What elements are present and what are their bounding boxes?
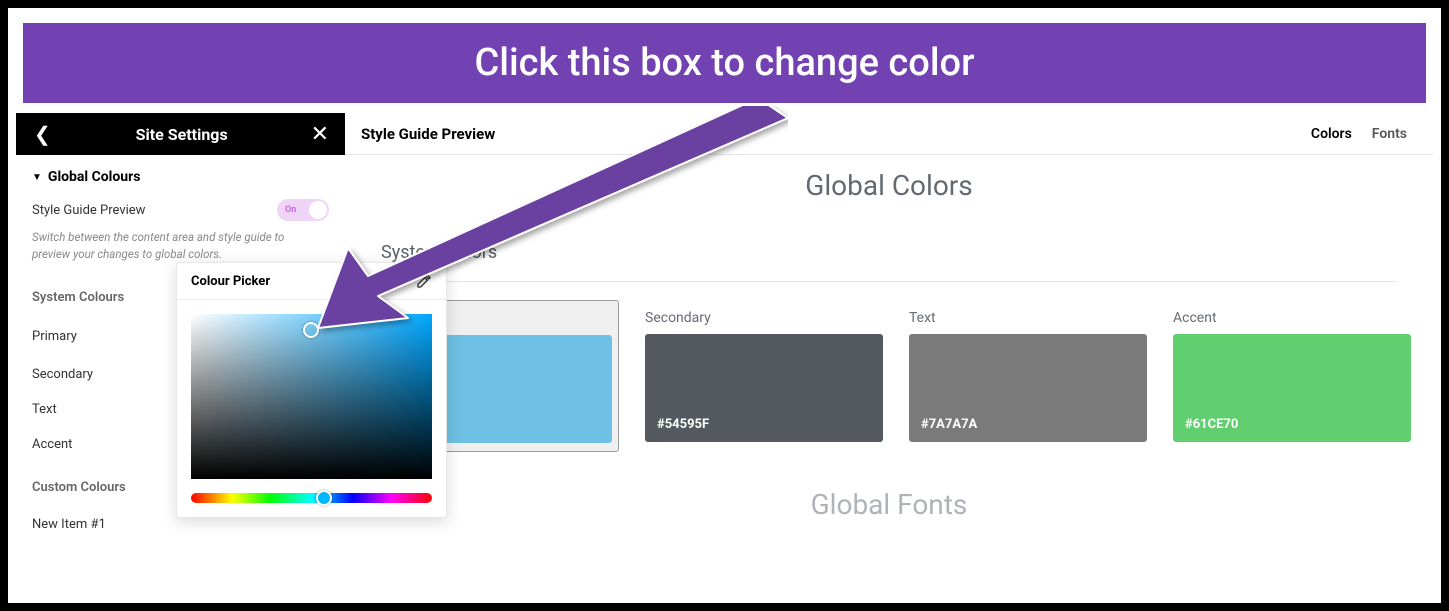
saturation-canvas[interactable]	[191, 314, 432, 479]
secondary-label: Secondary	[32, 367, 93, 382]
swatch-block-secondary: #54595F	[645, 334, 883, 442]
swatch-card-secondary[interactable]: Secondary #54595F	[645, 300, 883, 452]
swatch-block-text: #7A7A7A	[909, 334, 1147, 442]
eyedropper-icon[interactable]	[416, 273, 432, 289]
preview-title: Style Guide Preview	[361, 125, 1301, 143]
system-colors-heading: System Colors	[381, 242, 1433, 263]
swatch-card-accent[interactable]: Accent #61CE70	[1173, 300, 1411, 452]
picker-cursor[interactable]	[303, 322, 319, 338]
divider	[381, 281, 1397, 282]
global-colors-heading: Global Colors	[345, 169, 1433, 202]
text-label: Text	[32, 402, 57, 417]
close-icon[interactable]: ✕	[307, 122, 333, 147]
accent-label: Accent	[32, 437, 72, 452]
custom-item-label: New Item #1	[32, 517, 106, 532]
hue-slider[interactable]	[191, 493, 432, 503]
caret-down-icon: ▼	[32, 172, 42, 183]
instruction-banner: Click this box to change color	[20, 20, 1429, 106]
back-icon[interactable]: ❮	[28, 122, 57, 146]
style-guide-preview: Style Guide Preview Colors Fonts Global …	[345, 113, 1433, 595]
preview-toggle-label: Style Guide Preview	[32, 203, 145, 218]
section-label: Global Colours	[48, 169, 141, 185]
swatch-label-text: Text	[909, 300, 1147, 334]
primary-label: Primary	[32, 329, 77, 344]
swatch-label-secondary: Secondary	[645, 300, 883, 334]
trash-icon[interactable]	[388, 273, 404, 289]
colour-picker-popup: Colour Picker	[176, 262, 447, 518]
global-colours-section[interactable]: ▼ Global Colours	[32, 169, 329, 185]
swatch-hex-text: #7A7A7A	[921, 417, 977, 432]
global-fonts-heading: Global Fonts	[345, 488, 1433, 521]
tab-fonts[interactable]: Fonts	[1362, 126, 1417, 142]
swatch-label-accent: Accent	[1173, 300, 1411, 334]
sidebar-header: ❮ Site Settings ✕	[16, 113, 345, 155]
picker-title: Colour Picker	[191, 274, 270, 289]
swatch-card-text[interactable]: Text #7A7A7A	[909, 300, 1147, 452]
swatch-hex-accent: #61CE70	[1185, 417, 1238, 432]
swatch-block-accent: #61CE70	[1173, 334, 1411, 442]
toggle-knob	[309, 201, 327, 219]
hue-thumb[interactable]	[316, 490, 332, 506]
toggle-state-label: On	[285, 205, 296, 215]
undo-icon[interactable]	[360, 273, 376, 289]
preview-hint: Switch between the content area and styl…	[32, 229, 312, 264]
swatch-hex-secondary: #54595F	[657, 417, 709, 432]
sidebar-title: Site Settings	[57, 125, 307, 144]
tab-colors[interactable]: Colors	[1301, 126, 1362, 142]
banner-text: Click this box to change color	[474, 41, 974, 85]
preview-toggle[interactable]: On	[277, 199, 329, 221]
